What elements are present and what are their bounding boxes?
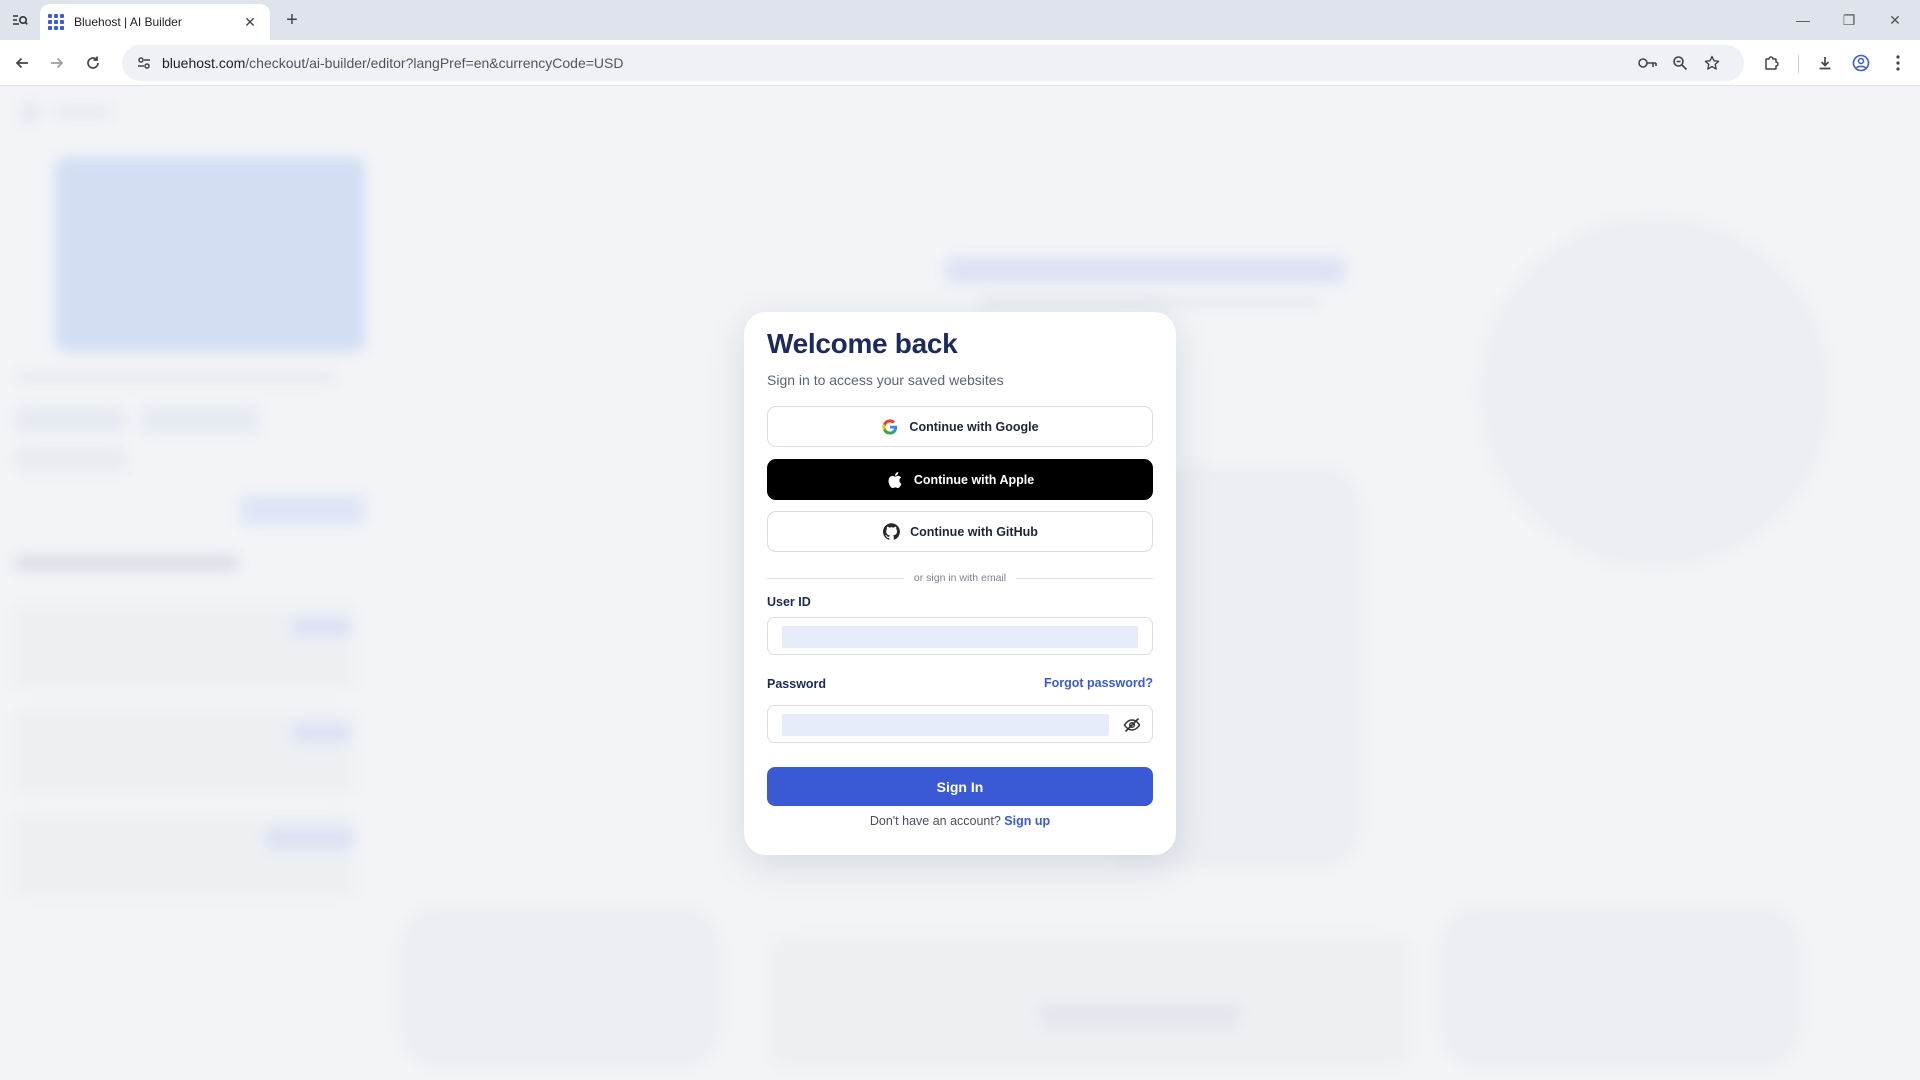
close-window-button[interactable]: ✕: [1872, 0, 1918, 40]
continue-with-apple-button[interactable]: Continue with Apple: [767, 459, 1153, 500]
github-button-label: Continue with GitHub: [910, 524, 1038, 539]
modal-subtitle: Sign in to access your saved websites: [767, 372, 1004, 388]
tab-strip: Bluehost | AI Builder ✕ + — ❐ ✕: [0, 0, 1920, 40]
divider-text: or sign in with email: [913, 572, 1007, 584]
forgot-password-link[interactable]: Forgot password?: [1044, 676, 1153, 690]
signup-prompt: Don't have an account? Sign up: [744, 814, 1176, 828]
back-arrow-icon[interactable]: [8, 49, 36, 77]
continue-with-google-button[interactable]: Continue with Google: [767, 406, 1153, 447]
sign-up-link[interactable]: Sign up: [1004, 814, 1050, 828]
browser-toolbar: bluehost.com/checkout/ai-builder/editor?…: [0, 40, 1920, 86]
google-logo-icon: [881, 418, 899, 436]
apple-logo-icon: [886, 471, 904, 489]
user-id-field[interactable]: [767, 617, 1153, 655]
puzzle-icon[interactable]: [1758, 49, 1786, 77]
tab-search-icon[interactable]: [6, 8, 34, 32]
url-path: /checkout/ai-builder/editor?langPref=en&…: [245, 55, 624, 71]
reload-icon[interactable]: [79, 49, 107, 77]
address-bar[interactable]: bluehost.com/checkout/ai-builder/editor?…: [122, 45, 1744, 81]
tab-title: Bluehost | AI Builder: [74, 15, 182, 29]
toolbar-separator: [1798, 55, 1799, 73]
email-divider: or sign in with email: [767, 571, 1154, 585]
zoom-icon[interactable]: [1666, 49, 1694, 77]
continue-with-github-button[interactable]: Continue with GitHub: [767, 511, 1153, 552]
new-tab-button[interactable]: +: [280, 8, 304, 32]
star-icon[interactable]: [1698, 49, 1726, 77]
url-host: bluehost.com: [162, 55, 246, 71]
sign-in-modal: Welcome back Sign in to access your save…: [744, 312, 1176, 855]
restore-button[interactable]: ❐: [1826, 0, 1872, 40]
profile-icon[interactable]: [1847, 49, 1875, 77]
apple-button-label: Continue with Apple: [913, 472, 1035, 487]
password-label: Password: [767, 677, 827, 691]
no-account-text: Don't have an account?: [869, 814, 1001, 828]
github-logo-icon: [882, 523, 900, 541]
key-icon[interactable]: [1634, 49, 1662, 77]
download-icon[interactable]: [1811, 49, 1839, 77]
url-text[interactable]: bluehost.com/checkout/ai-builder/editor?…: [162, 55, 624, 71]
google-button-label: Continue with Google: [909, 419, 1039, 434]
bluehost-favicon-icon: [48, 14, 64, 30]
sign-in-button[interactable]: Sign In: [767, 767, 1153, 806]
user-id-label: User ID: [767, 595, 811, 609]
divider-line-left: [767, 577, 904, 579]
browser-tab[interactable]: Bluehost | AI Builder ✕: [40, 4, 270, 40]
password-input[interactable]: [782, 714, 1109, 736]
tune-icon[interactable]: [126, 45, 162, 81]
kebab-menu-icon[interactable]: [1884, 49, 1912, 77]
eye-slash-icon[interactable]: [1122, 715, 1142, 735]
user-id-input[interactable]: [782, 626, 1138, 648]
divider-line-right: [1016, 577, 1154, 579]
tab-close-icon[interactable]: ✕: [240, 12, 260, 32]
minimize-button[interactable]: —: [1780, 0, 1826, 40]
forward-arrow-icon[interactable]: [43, 49, 71, 77]
password-field[interactable]: [767, 705, 1153, 743]
modal-title: Welcome back: [767, 328, 958, 359]
